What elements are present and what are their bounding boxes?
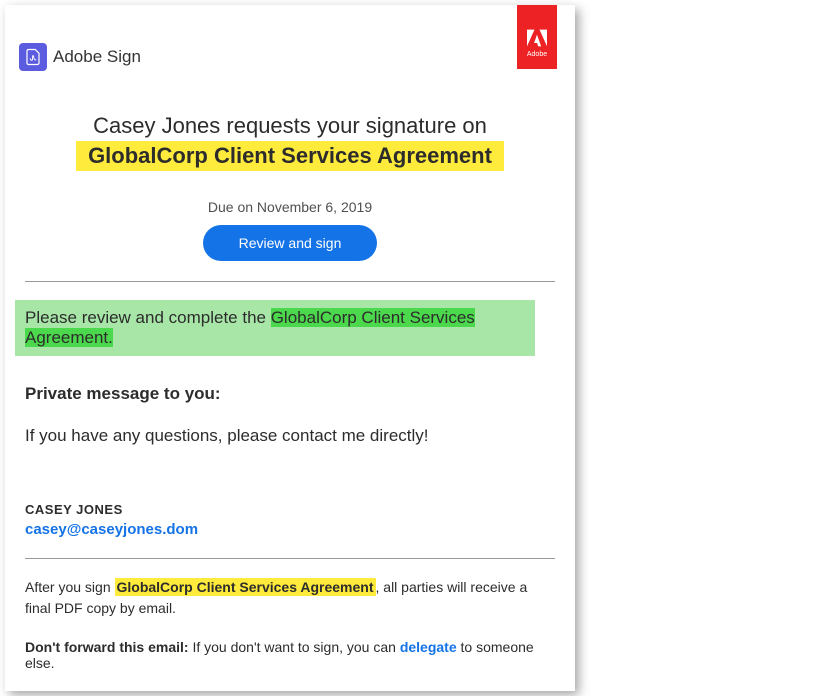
top-bar: Adobe Sign Adobe [5, 5, 575, 71]
product-name: Adobe Sign [53, 47, 141, 67]
adobe-sign-logo: Adobe Sign [19, 43, 141, 71]
content-area: Casey Jones requests your signature on G… [5, 113, 575, 671]
after-prefix: After you sign [25, 579, 115, 595]
divider [25, 558, 555, 559]
instruction-prefix: Please review and complete the [25, 308, 271, 327]
review-and-sign-button[interactable]: Review and sign [203, 225, 378, 261]
adobe-badge: Adobe [517, 5, 557, 69]
email-card: Adobe Sign Adobe Casey Jones requests yo… [5, 5, 575, 691]
adobe-badge-label: Adobe [527, 51, 547, 58]
sender-name: CASEY JONES [25, 502, 555, 517]
forward-warning: Don't forward this email: If you don't w… [25, 639, 555, 671]
adobe-sign-icon [19, 43, 47, 71]
sender-block: CASEY JONES casey@caseyjones.dom [25, 502, 555, 538]
due-date: Due on November 6, 2019 [25, 199, 555, 215]
adobe-a-icon [527, 29, 547, 47]
delegate-link[interactable]: delegate [400, 639, 457, 655]
private-message-body: If you have any questions, please contac… [25, 426, 555, 446]
request-document-title: GlobalCorp Client Services Agreement [76, 141, 504, 171]
private-message-heading: Private message to you: [25, 384, 555, 404]
after-sign-text: After you sign GlobalCorp Client Service… [25, 577, 555, 619]
forward-mid: If you don't want to sign, you can [189, 639, 400, 655]
instruction-text: Please review and complete the GlobalCor… [15, 300, 535, 356]
after-doc: GlobalCorp Client Services Agreement [115, 578, 376, 596]
request-line1: Casey Jones requests your signature on [25, 113, 555, 139]
divider [25, 281, 555, 282]
forward-bold: Don't forward this email: [25, 639, 189, 655]
sender-email[interactable]: casey@caseyjones.dom [25, 521, 555, 538]
request-heading: Casey Jones requests your signature on G… [25, 113, 555, 261]
